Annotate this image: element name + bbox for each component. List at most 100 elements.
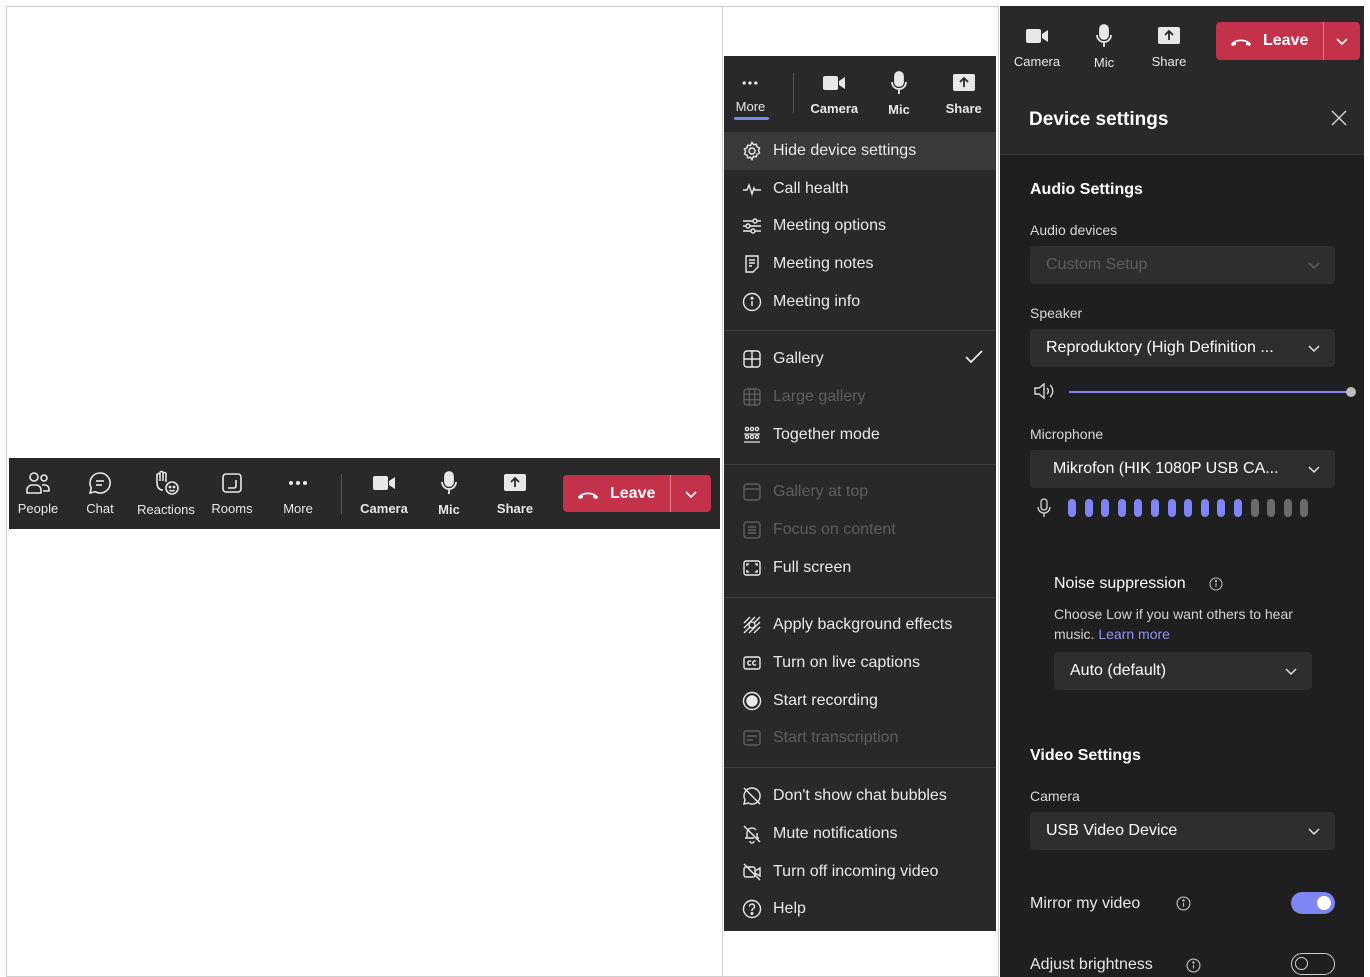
leave-button[interactable]: Leave [1216, 22, 1361, 60]
speaker-volume-slider[interactable] [1069, 387, 1356, 397]
info-icon[interactable] [1186, 958, 1201, 977]
noise-description-text: Choose Low if you want others to hear mu… [1054, 606, 1293, 642]
menu-item-hide-device-settings[interactable]: Hide device settings [724, 132, 996, 170]
menu-item-label: Start recording [773, 691, 878, 709]
info-icon[interactable] [1176, 896, 1191, 916]
chat-label: Chat [86, 501, 114, 516]
device-settings-title: Device settings [1029, 109, 1169, 130]
share-label: Share [1151, 53, 1187, 69]
adjust-brightness-toggle[interactable] [1291, 953, 1335, 975]
share-label: Share [496, 501, 534, 516]
more-button-active[interactable]: More [724, 56, 777, 130]
menu-item-turn-on-live-captions[interactable]: Turn on live captions [724, 644, 996, 682]
mic-level-bar [1101, 499, 1110, 517]
menu-item-gallery-at-top[interactable]: Gallery at top [724, 474, 996, 512]
microphone-dropdown[interactable]: Mikrofon (HIK 1080P USB CA... [1030, 450, 1335, 488]
leave-main[interactable]: Leave [1216, 22, 1323, 60]
chat-button[interactable]: Chat [67, 458, 133, 529]
people-button[interactable]: People [9, 458, 67, 529]
menu-item-start-transcription[interactable]: Start transcription [724, 720, 996, 758]
microphone-label: Microphone [1030, 426, 1104, 442]
chevron-down-icon [685, 490, 697, 498]
mic-level-bar [1283, 499, 1292, 517]
people-label: People [17, 501, 59, 516]
leave-main[interactable]: Leave [563, 475, 670, 512]
mic-level-bar [1150, 499, 1159, 517]
rooms-button[interactable]: Rooms [199, 458, 265, 529]
rooms-label: Rooms [211, 501, 253, 516]
device-settings-panel: Camera Mic Share Leave Device settings A… [1000, 6, 1364, 977]
menu-item-call-health[interactable]: Call health [724, 170, 996, 208]
mic-button[interactable]: Mic [1074, 6, 1134, 86]
menu-item-turn-off-incoming-video[interactable]: Turn off incoming video [724, 853, 996, 891]
menu-item-start-recording[interactable]: Start recording [724, 682, 996, 720]
speaker-dropdown[interactable]: Reproduktory (High Definition ... [1030, 329, 1335, 367]
mic-button[interactable]: Mic [867, 56, 932, 130]
mic-level-bar [1084, 499, 1093, 517]
camera-button[interactable]: Camera [1000, 6, 1074, 86]
menu-item-full-screen[interactable]: Full screen [724, 549, 996, 587]
rooms-icon [222, 473, 242, 493]
noise-suppression-label: Noise suppression [1054, 575, 1186, 592]
leave-dropdown[interactable] [670, 475, 711, 512]
chat-bubbles-off-icon [741, 785, 763, 807]
speaker-value: Reproduktory (High Definition ... [1046, 339, 1274, 356]
toolbar-divider [792, 73, 794, 113]
menu-item-apply-background-effects[interactable]: Apply background effects [724, 607, 996, 645]
info-icon[interactable] [1209, 577, 1223, 596]
reactions-icon [156, 470, 179, 495]
mic-button[interactable]: Mic [414, 458, 484, 529]
menu-item-help[interactable]: Help [724, 890, 996, 928]
chevron-down-icon [1308, 828, 1320, 836]
share-button[interactable]: Share [931, 56, 996, 130]
chevron-down-icon [1336, 38, 1348, 46]
menu-item-meeting-info[interactable]: Meeting info [724, 283, 996, 321]
menu-item-mute-notifications[interactable]: Mute notifications [724, 815, 996, 853]
speaker-volume-thumb[interactable] [1346, 387, 1356, 397]
info-icon [741, 291, 763, 313]
toolbar-divider [341, 473, 342, 514]
share-button[interactable]: Share [484, 458, 546, 529]
mic-label: Mic [438, 502, 460, 517]
large-gallery-icon [741, 386, 763, 408]
gear-icon [741, 140, 763, 162]
phone-hangup-icon [578, 492, 598, 499]
menu-item-focus-on-content[interactable]: Focus on content [724, 511, 996, 549]
audio-settings-heading: Audio Settings [1030, 181, 1143, 198]
mic-level-bar [1167, 499, 1176, 517]
learn-more-link[interactable]: Learn more [1098, 626, 1170, 642]
camera-label: Camera [1030, 788, 1080, 804]
share-button[interactable]: Share [1134, 6, 1204, 86]
menu-item-label: Together mode [773, 425, 880, 443]
mic-icon [441, 471, 457, 494]
close-icon[interactable] [1330, 109, 1348, 132]
leave-dropdown[interactable] [1323, 22, 1360, 60]
menu-item-gallery[interactable]: Gallery [724, 340, 996, 378]
device-settings-toolbar: Camera Mic Share Leave [1000, 6, 1364, 86]
menu-item-large-gallery[interactable]: Large gallery [724, 378, 996, 416]
toggle-knob [1295, 957, 1308, 970]
mic-level-bar [1068, 499, 1076, 517]
menu-item-meeting-notes[interactable]: Meeting notes [724, 245, 996, 283]
reactions-button[interactable]: Reactions [133, 458, 199, 529]
camera-button[interactable]: Camera [802, 56, 867, 130]
mic-level-bar [1267, 499, 1276, 517]
audio-devices-dropdown[interactable]: Custom Setup [1030, 246, 1335, 284]
mic-label: Mic [1093, 54, 1115, 70]
camera-dropdown[interactable]: USB Video Device [1030, 812, 1335, 850]
menu-item-label: Large gallery [773, 387, 866, 405]
sliders-icon [741, 215, 763, 237]
checkmark-icon [964, 349, 984, 370]
device-settings-header: Device settings [1000, 86, 1364, 155]
menu-item-dont-show-chat-bubbles[interactable]: Don't show chat bubbles [724, 777, 996, 815]
leave-button[interactable]: Leave [563, 475, 712, 512]
audio-devices-value: Custom Setup [1046, 256, 1148, 273]
more-button[interactable]: More [265, 458, 331, 529]
camera-button[interactable]: Camera [354, 458, 414, 529]
noise-suppression-dropdown[interactable]: Auto (default) [1054, 652, 1312, 690]
mirror-video-toggle[interactable] [1291, 892, 1335, 914]
fullscreen-icon [741, 557, 763, 579]
menu-item-meeting-options[interactable]: Meeting options [724, 207, 996, 245]
menu-item-together-mode[interactable]: Together mode [724, 416, 996, 454]
captions-icon [741, 652, 763, 674]
